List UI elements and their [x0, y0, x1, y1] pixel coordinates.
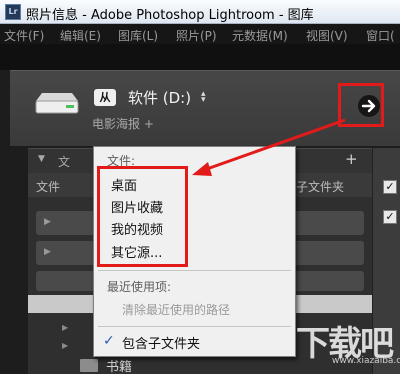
watermark-url: www.xiazaiba.com: [332, 356, 400, 366]
